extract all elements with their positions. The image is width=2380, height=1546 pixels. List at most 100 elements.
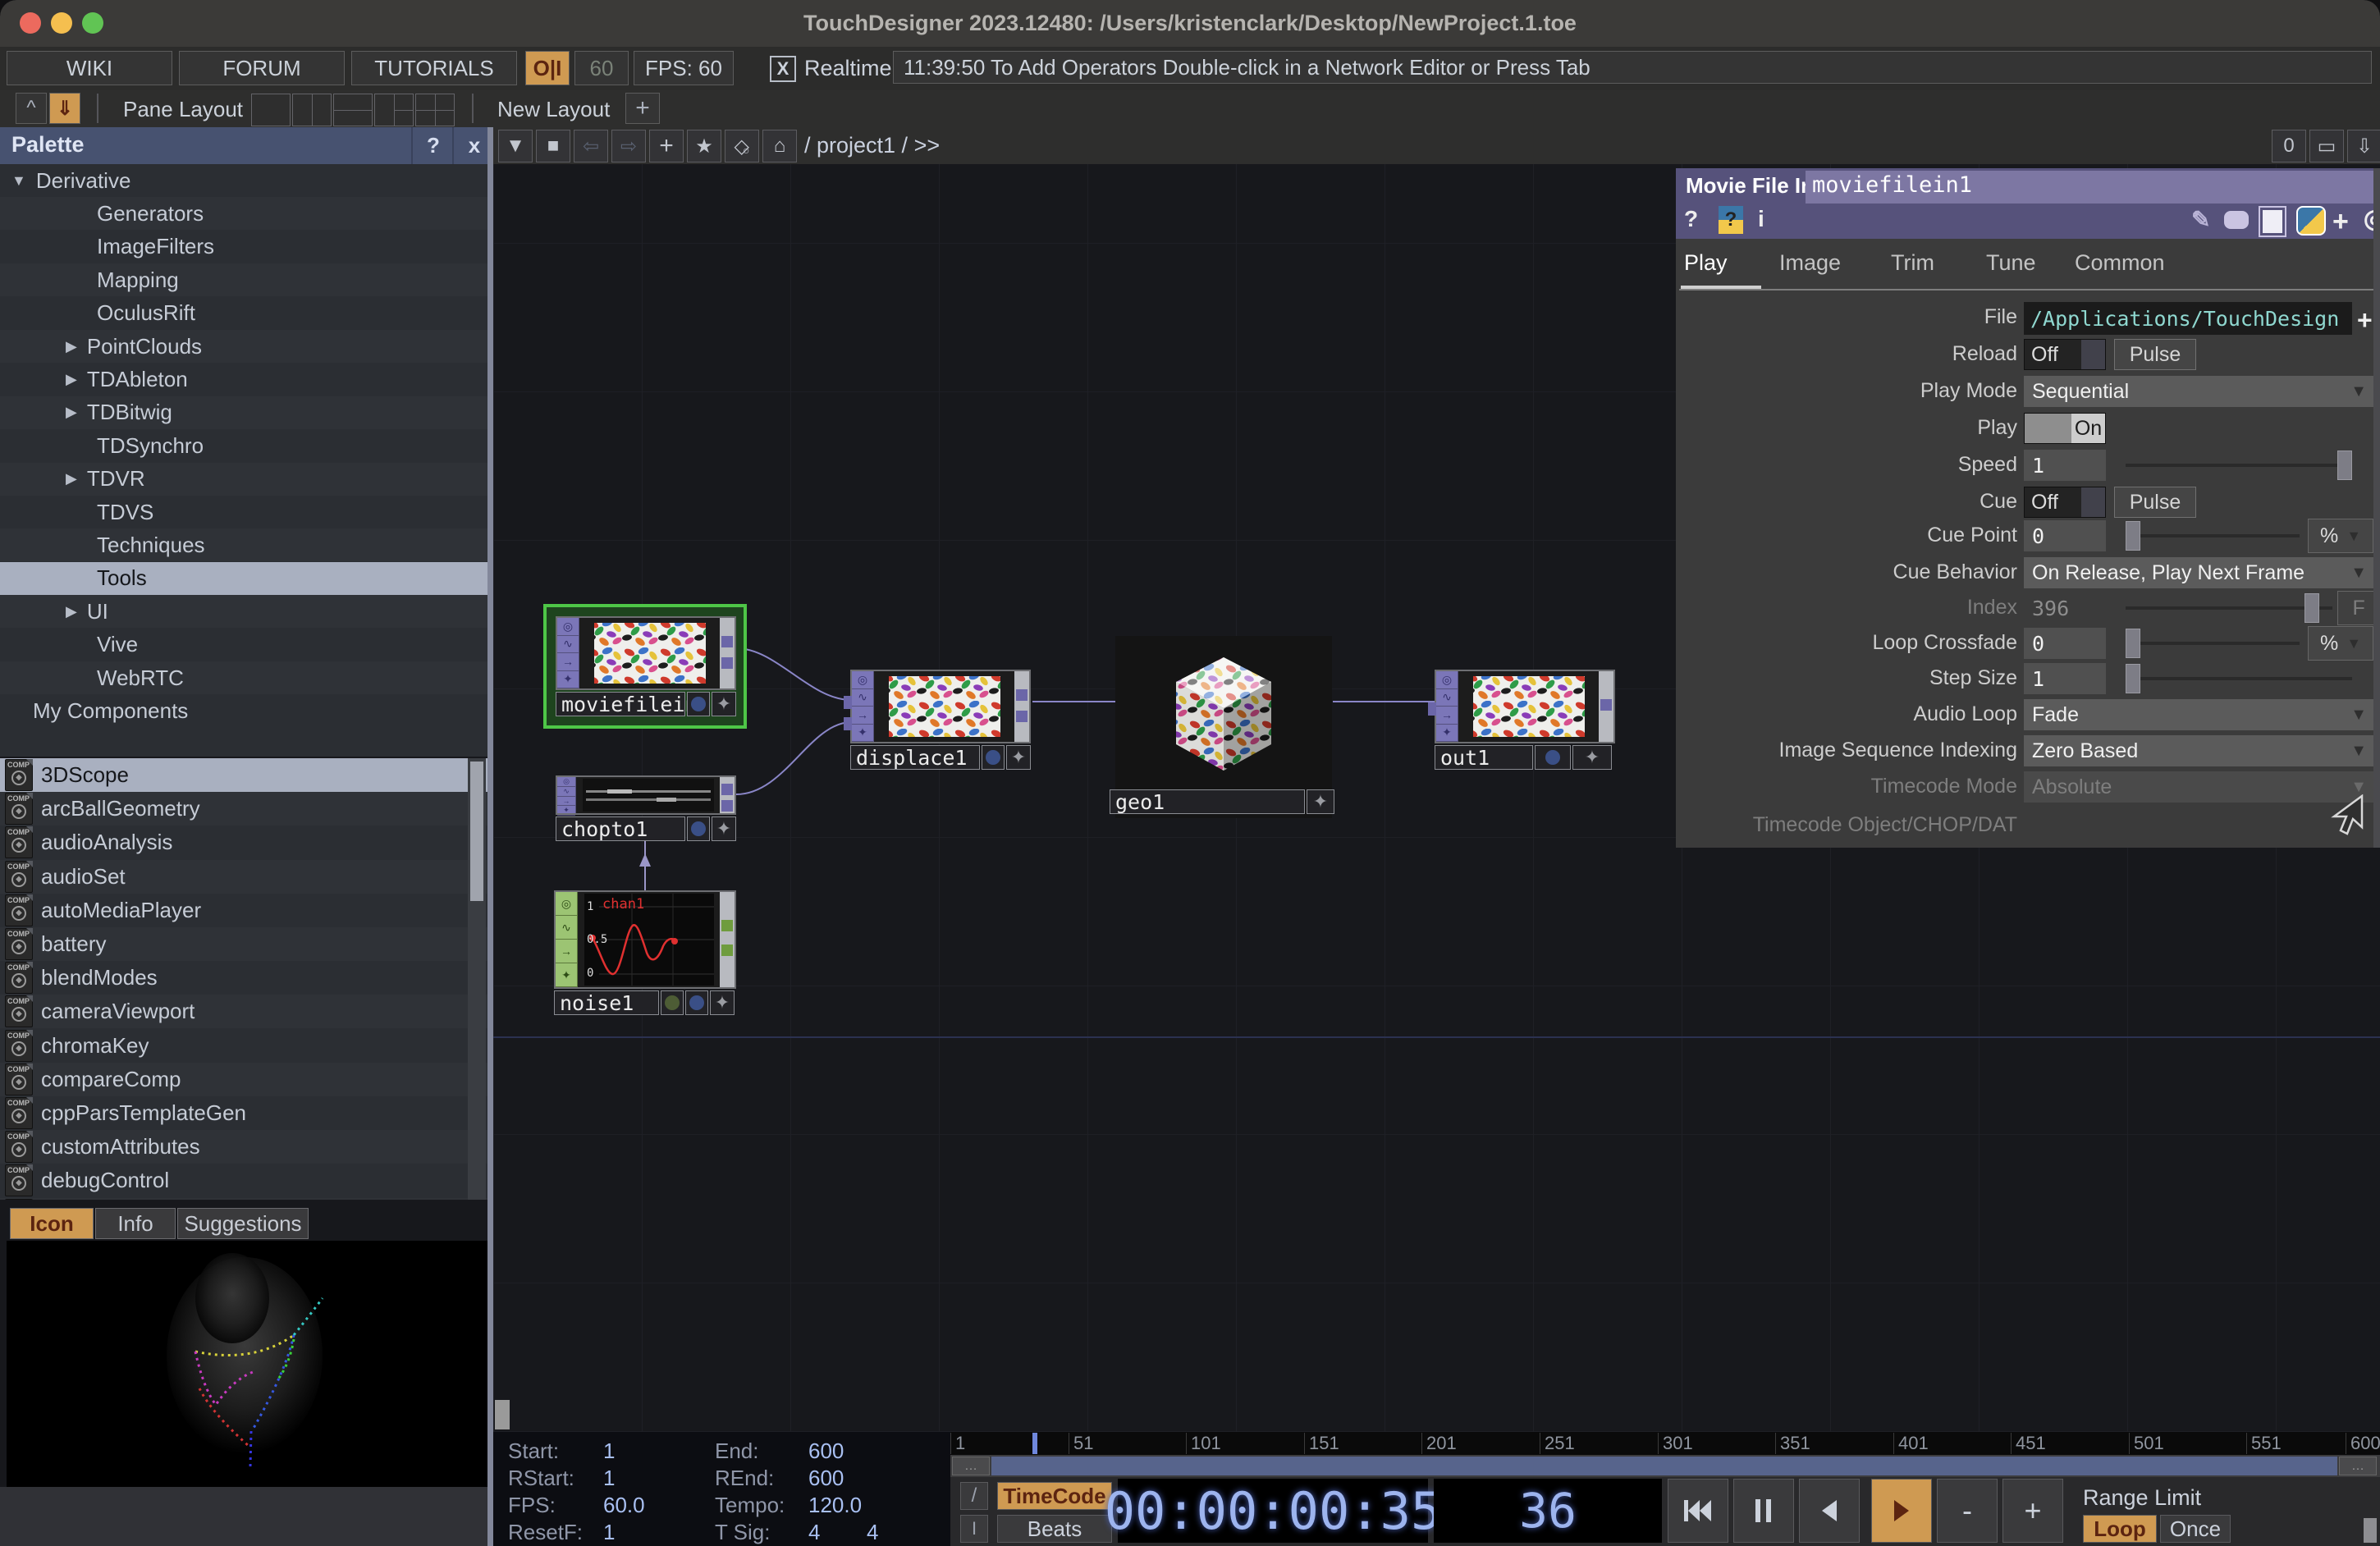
collapse-arrow-icon[interactable]: ▶ <box>66 371 77 388</box>
lock-flag-icon[interactable]: ✦ <box>557 671 579 689</box>
slider-thumb[interactable] <box>2304 593 2319 623</box>
node-comment-dot[interactable] <box>685 990 708 1015</box>
loop-button[interactable]: Loop <box>2083 1515 2157 1543</box>
collapse-icon[interactable]: ^ <box>16 93 47 124</box>
list-item-customattributes[interactable]: COMP◆customAttributes <box>0 1130 487 1164</box>
node-sparkle-icon[interactable]: ✦ <box>1307 789 1334 814</box>
jump-to-start-button[interactable] <box>1668 1479 1728 1543</box>
input-connector[interactable] <box>1428 702 1436 716</box>
slider-track[interactable] <box>2126 606 2332 610</box>
search-icon[interactable]: ◇○ <box>725 130 759 162</box>
list-item-audioanalysis[interactable]: COMP◆audioAnalysis <box>0 826 487 859</box>
collapse-pane-icon[interactable]: ⇩ <box>2347 130 2380 162</box>
beats-mode-button[interactable]: Beats <box>997 1515 1112 1543</box>
node-flags[interactable]: ◎ ∿ → ✦ <box>557 618 579 688</box>
sidebar-item-tdbitwig[interactable]: ▶TDBitwig <box>0 396 487 429</box>
range-left-handle[interactable]: … <box>952 1457 990 1475</box>
viewer-flag-icon[interactable]: ◎ <box>556 892 577 916</box>
play-forward-button[interactable] <box>1871 1479 1932 1543</box>
tab-image[interactable]: Image <box>1779 250 1841 276</box>
node-outputs[interactable] <box>720 892 735 987</box>
node-flags[interactable]: ◎ ∿ → ✦ <box>1436 671 1458 742</box>
maximize-pane-icon[interactable]: ▭ <box>2309 130 2344 162</box>
bypass-flag-icon[interactable]: ∿ <box>557 636 579 654</box>
canvas-scroll-corner[interactable] <box>495 1400 510 1429</box>
node-name[interactable]: geo1 <box>1110 789 1305 814</box>
node-state-dot[interactable] <box>661 990 684 1015</box>
list-item-arcballgeometry[interactable]: COMP◆arcBallGeometry <box>0 792 487 826</box>
export-flag-icon[interactable]: → <box>852 707 873 725</box>
viewer-flag-icon[interactable]: ◎ <box>1436 671 1458 689</box>
comment-bubble-icon[interactable] <box>2224 211 2249 229</box>
value-field[interactable]: 396 <box>2024 592 2106 624</box>
tab-suggestions[interactable]: Suggestions <box>177 1208 309 1239</box>
value-field[interactable]: 0 <box>2024 628 2106 659</box>
edit-pencil-icon[interactable]: ✎ <box>2191 206 2210 233</box>
tutorials-button[interactable]: TUTORIALS <box>351 51 517 85</box>
dropdown-select[interactable]: Fade▼ <box>2024 699 2375 730</box>
sidebar-item-tdsynchro[interactable]: TDSynchro <box>0 429 487 462</box>
home-icon[interactable]: ⌂ <box>762 130 797 162</box>
add-operator-icon[interactable]: + <box>649 130 684 162</box>
node-name[interactable]: moviefilein1 <box>556 692 685 716</box>
slash-button[interactable]: / <box>960 1482 988 1510</box>
sidebar-item-tools[interactable]: Tools <box>0 562 487 595</box>
midi-oi-toggle[interactable]: O|I <box>525 51 570 85</box>
tab-info[interactable]: Info <box>95 1208 176 1239</box>
output-connector[interactable] <box>721 920 733 931</box>
pane-layout-left-right-split[interactable] <box>374 94 414 126</box>
node-sparkle-icon[interactable]: ✦ <box>712 692 736 716</box>
sidebar-item-generators[interactable]: Generators <box>0 197 487 230</box>
pulse-button[interactable]: Pulse <box>2114 339 2196 370</box>
dropdown-select[interactable]: On Release, Play Next Frame▼ <box>2024 557 2375 588</box>
pane-menu-icon[interactable]: ▼ <box>498 130 533 162</box>
viewer-flag-icon[interactable]: ◎ <box>557 618 579 636</box>
bypass-flag-icon[interactable]: ∿ <box>1436 689 1458 707</box>
realtime-checkbox[interactable]: X <box>770 56 796 82</box>
list-item-chromakey[interactable]: COMP◆chromaKey <box>0 1029 487 1063</box>
node-comment-dot[interactable] <box>1535 745 1571 770</box>
collapse-arrow-icon[interactable]: ▶ <box>66 404 77 421</box>
output-connector[interactable] <box>721 657 733 669</box>
export-flag-icon[interactable]: → <box>1436 707 1458 725</box>
node-name[interactable]: displace1 <box>850 745 980 770</box>
timeline-ruler[interactable]: 151101151201251301351401451501551600 <box>950 1432 2380 1456</box>
node-sparkle-icon[interactable]: ✦ <box>712 816 736 841</box>
node-flags[interactable]: ◎ ∿ → ✦ <box>852 671 874 742</box>
sidebar-item-techniques[interactable]: Techniques <box>0 528 487 561</box>
sidebar-item-oculusrift[interactable]: OculusRift <box>0 297 487 330</box>
node-flags[interactable]: ◎ ∿ → ✦ <box>557 777 576 813</box>
output-connector[interactable] <box>721 636 733 647</box>
output-connector[interactable] <box>721 800 733 812</box>
step-forward-button[interactable]: + <box>2002 1479 2063 1543</box>
node-outputs[interactable] <box>1014 671 1029 742</box>
output-connector[interactable] <box>1016 711 1028 722</box>
sidebar-item-derivative[interactable]: ▼Derivative <box>0 164 487 197</box>
pane-layout-single[interactable] <box>251 94 291 126</box>
back-icon[interactable]: ⇦ <box>574 130 608 162</box>
file-browse-icon[interactable]: + <box>2357 305 2373 336</box>
slider-thumb[interactable] <box>2126 629 2140 658</box>
palette-help-button[interactable]: ? <box>411 127 454 164</box>
list-item-comparecomp[interactable]: COMP◆compareComp <box>0 1063 487 1096</box>
output-connector[interactable] <box>1600 699 1612 711</box>
expand-arrow-icon[interactable]: ▼ <box>11 172 26 190</box>
node-outputs[interactable] <box>720 618 735 688</box>
bookmark-star-icon[interactable]: ★ <box>687 130 721 162</box>
tab-trim[interactable]: Trim <box>1891 250 1934 276</box>
lock-flag-icon[interactable]: ✦ <box>1436 725 1458 743</box>
lock-flag-icon[interactable]: ✦ <box>556 963 577 987</box>
sidebar-item-ui[interactable]: ▶UI <box>0 595 487 628</box>
pane-divider[interactable] <box>487 127 493 1546</box>
sidebar-item-tdvs[interactable]: TDVS <box>0 496 487 528</box>
output-connector[interactable] <box>721 784 733 795</box>
pane-layout-two-rows[interactable] <box>333 94 373 126</box>
sidebar-item-tdableton[interactable]: ▶TDAbleton <box>0 363 487 396</box>
play-reverse-button[interactable] <box>1799 1479 1860 1543</box>
dropdown-select[interactable]: Sequential▼ <box>2024 376 2375 407</box>
sidebar-item-pointclouds[interactable]: ▶PointClouds <box>0 330 487 363</box>
forward-icon[interactable]: ⇨ <box>611 130 646 162</box>
node-sparkle-icon[interactable]: ✦ <box>710 990 735 1015</box>
operator-name-field[interactable]: moviefilein1 <box>1806 171 2380 204</box>
pane-layout-grid[interactable] <box>415 94 455 126</box>
